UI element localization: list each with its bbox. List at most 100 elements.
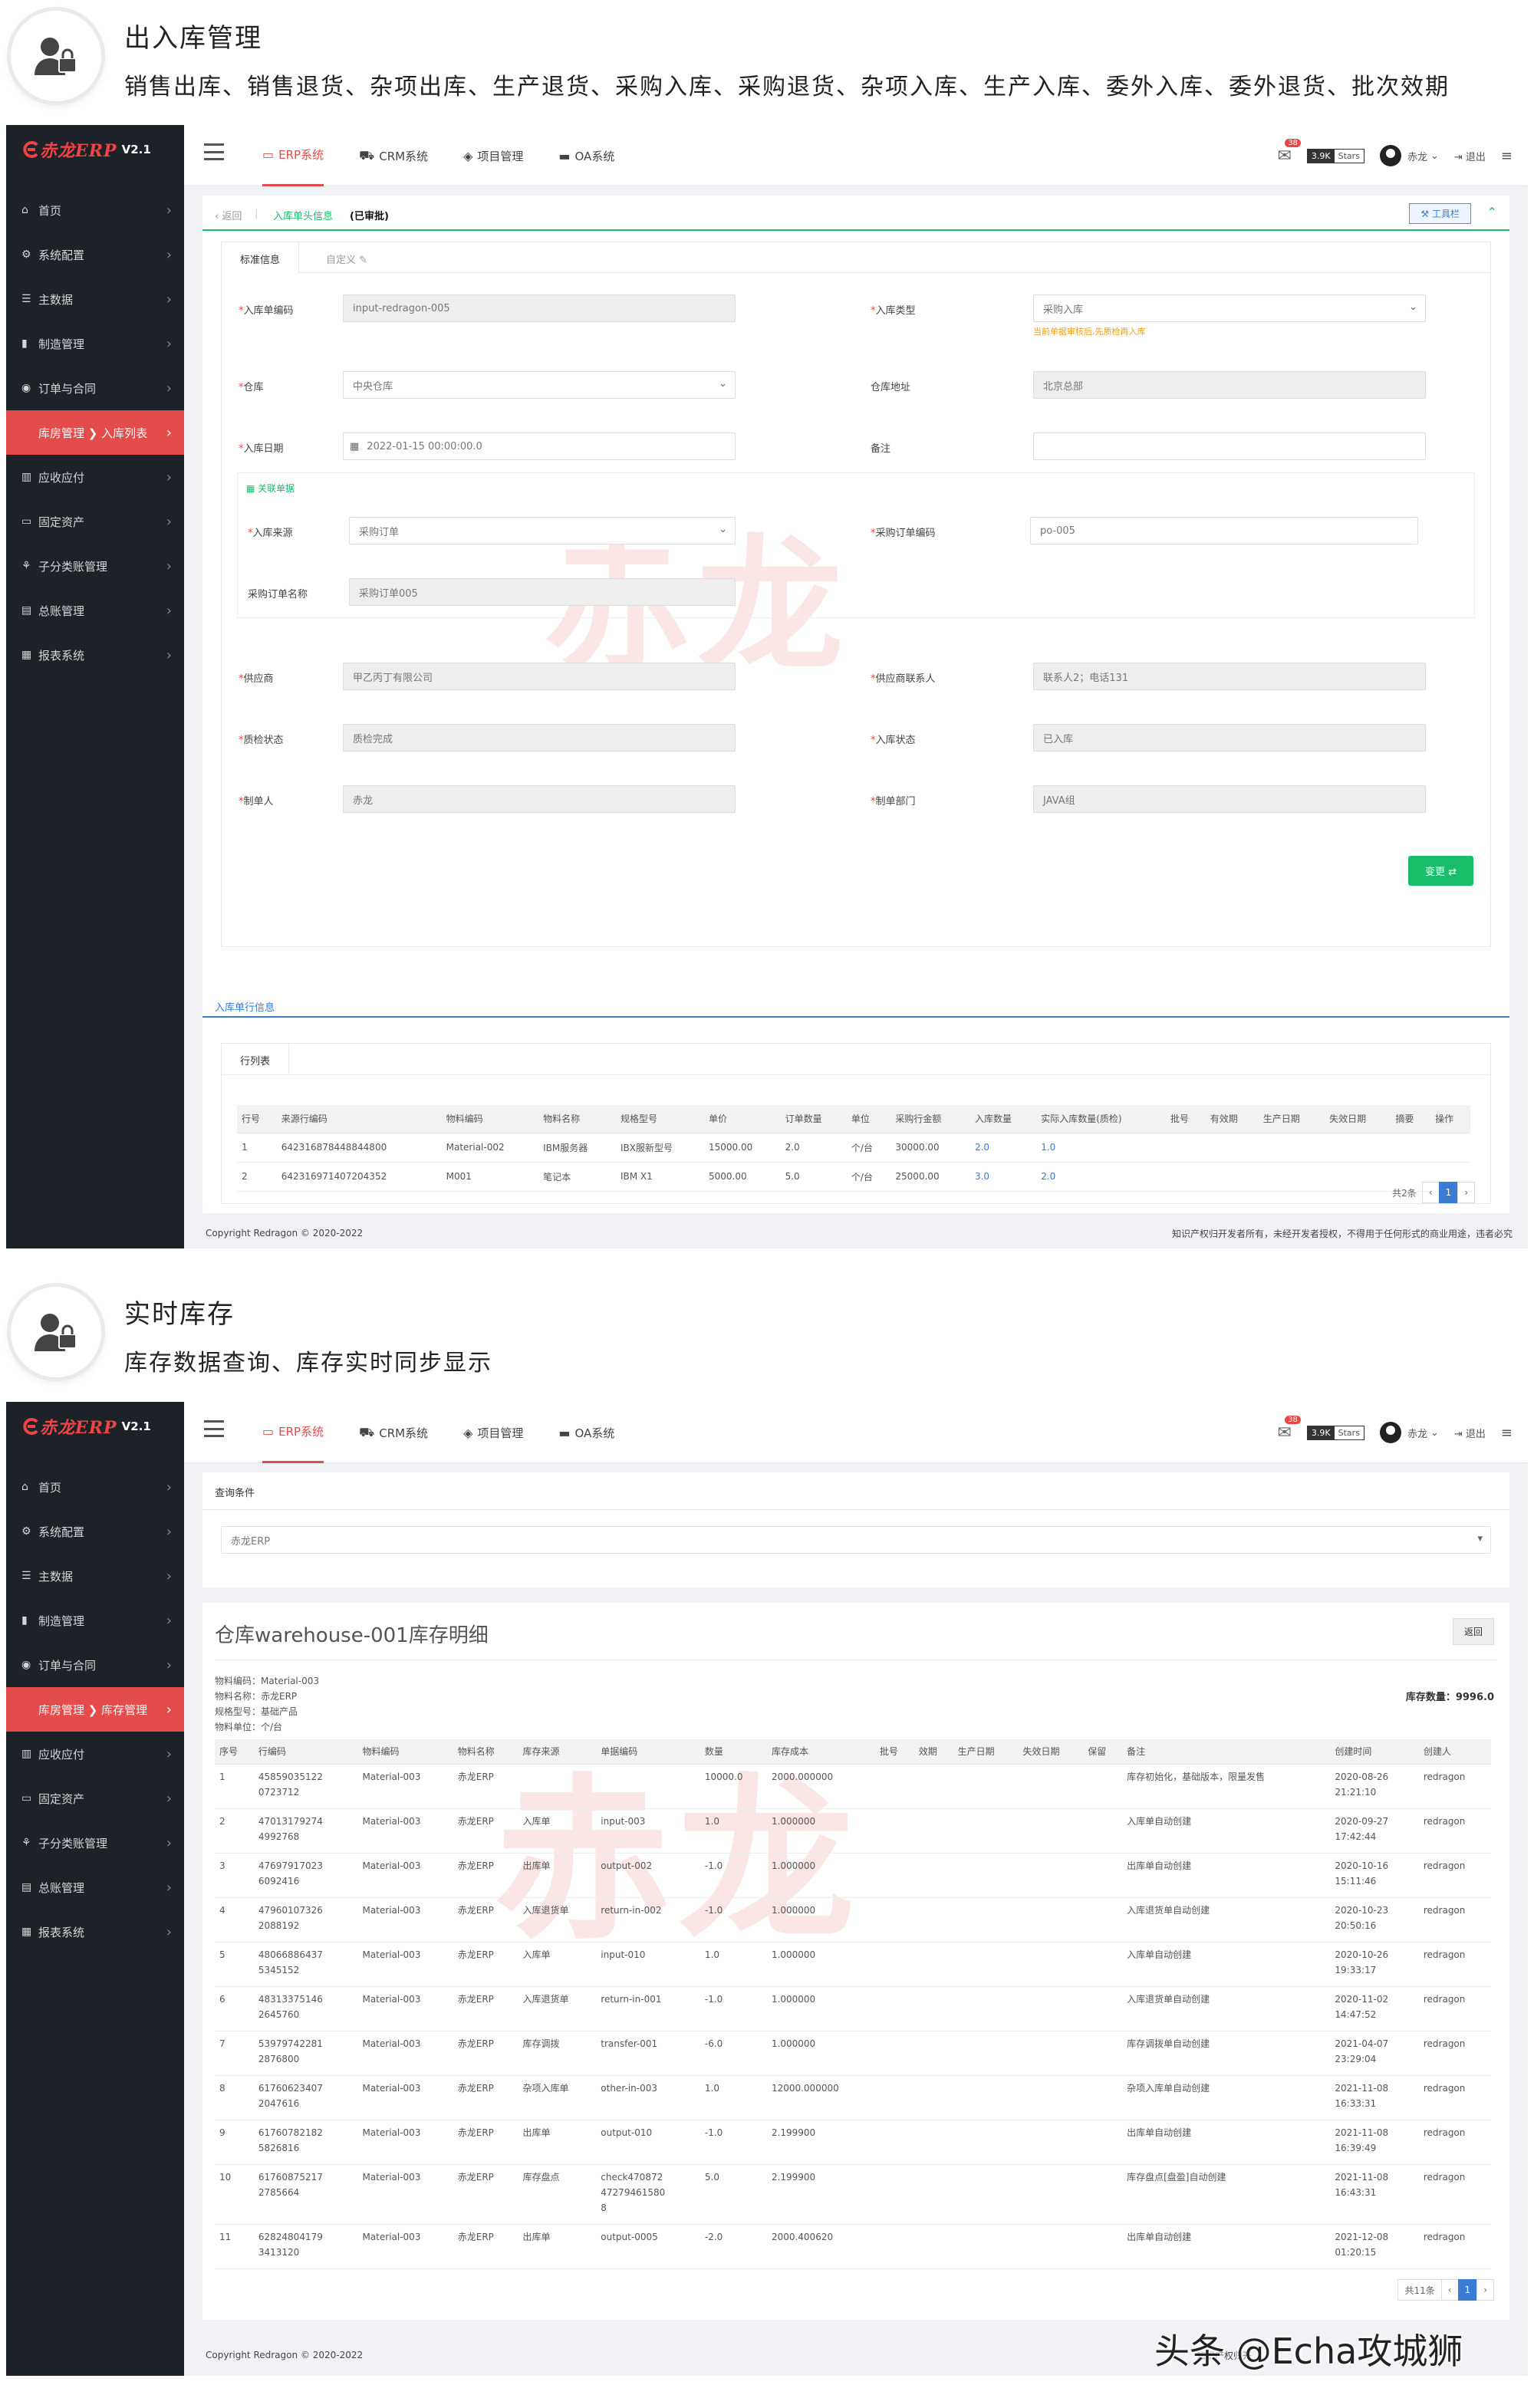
- top-tab-1[interactable]: ⛟ CRM系统: [359, 125, 428, 186]
- sidebar-item-10[interactable]: ▦ 报表系统 ›: [6, 1910, 184, 1954]
- sidebar-item-9[interactable]: ▤ 总账管理 ›: [6, 588, 184, 633]
- caret-down-icon: ▾: [1477, 1533, 1483, 1544]
- sidebar-item-6[interactable]: ▥ 应收应付 ›: [6, 455, 184, 499]
- top-tab-0[interactable]: ▭ ERP系统: [262, 1402, 324, 1463]
- sidebar-item-label: 库房管理 ❯ 入库列表: [38, 426, 148, 440]
- sidebar-item-10[interactable]: ▦ 报表系统 ›: [6, 633, 184, 677]
- sidebar-item-8[interactable]: ⚘ 子分类账管理 ›: [6, 1821, 184, 1865]
- user-menu[interactable]: 赤龙 ⌄: [1379, 1422, 1439, 1443]
- prev-page-button[interactable]: ‹: [1421, 1182, 1440, 1203]
- table-row[interactable]: 6 48313375146 2645760 Material-003 赤龙ERP 入库退…: [215, 1986, 1491, 2031]
- table-row[interactable]: 10 61760875217 2785664 Material-003 赤龙ERP 库存…: [215, 2164, 1491, 2225]
- github-stars-button[interactable]: 3.9K Stars: [1306, 148, 1364, 163]
- top-tab-1[interactable]: ⛟ CRM系统: [359, 1402, 428, 1463]
- table-row[interactable]: 9 61760782182 5826816 Material-003 赤龙ERP 出库单…: [215, 2120, 1491, 2165]
- top-tab-label: OA系统: [574, 149, 615, 163]
- sidebar-item-2[interactable]: ☰ 主数据 ›: [6, 1554, 184, 1598]
- table-row[interactable]: 1 642316878448844800 Material-002 IBM服务器 IBX…: [237, 1133, 1470, 1163]
- next-page-button[interactable]: ›: [1457, 1182, 1475, 1203]
- table-cell: 库存初始化，基础版本，限量发售: [1122, 1764, 1331, 1809]
- sidebar-item-8[interactable]: ⚘ 子分类账管理 ›: [6, 544, 184, 588]
- po-code-input[interactable]: po-005: [1030, 517, 1418, 544]
- logout-button[interactable]: ⇥ 退出: [1454, 1426, 1486, 1440]
- sidebar-item-7[interactable]: ▭ 固定资产 ›: [6, 499, 184, 544]
- sidebar-item-5[interactable]: 库房管理 ❯ 库存管理 ›: [6, 1687, 184, 1732]
- field-label-text: 质检状态: [243, 735, 284, 746]
- top-tab-2[interactable]: ◈ 项目管理: [463, 1402, 523, 1463]
- change-button[interactable]: 变更 ⇄: [1407, 856, 1473, 886]
- page-1-button[interactable]: 1: [1438, 1182, 1459, 1203]
- table-cell: 2: [237, 1162, 277, 1192]
- sidebar-item-3[interactable]: ▮ 制造管理 ›: [6, 1598, 184, 1643]
- warehouse-select[interactable]: 中央仓库 ⌄: [343, 371, 736, 399]
- tab-line-list[interactable]: 行列表: [222, 1044, 290, 1074]
- table-row[interactable]: 3 47697917023 6092416 Material-003 赤龙ERP 出库单…: [215, 1853, 1491, 1898]
- sidebar-item-label: 子分类账管理: [38, 559, 108, 574]
- wrench-icon: ⚒: [1420, 209, 1432, 219]
- remark-input[interactable]: [1033, 433, 1426, 460]
- stock-detail-card: 仓库warehouse-001库存明细 返回 物料编码：Material-003…: [202, 1603, 1509, 2320]
- github-stars-button[interactable]: 3.9K Stars: [1306, 1425, 1364, 1440]
- page-1-button[interactable]: 1: [1457, 2279, 1478, 2301]
- tab-custom-label: 自定义: [326, 255, 357, 266]
- inbound-type-select[interactable]: 采购入库 ⌄: [1033, 294, 1426, 322]
- table-row[interactable]: 11 62824804179 3413120 Material-003 赤龙ERP 出库…: [215, 2224, 1491, 2269]
- sidebar-item-label: 总账管理: [38, 604, 85, 618]
- mail-icon[interactable]: ✉ 38: [1277, 1415, 1301, 1442]
- sidebar-item-5[interactable]: 库房管理 ❯ 入库列表 ›: [6, 410, 184, 455]
- inbound-date-input[interactable]: ▦ 2022-01-15 00:00:00.0: [343, 433, 736, 460]
- field-label-text: 仓库地址: [871, 382, 911, 393]
- sidebar-item-2[interactable]: ☰ 主数据 ›: [6, 277, 184, 321]
- sidebar-item-1[interactable]: ⚙ 系统配置 ›: [6, 1509, 184, 1554]
- chevron-right-icon: ›: [166, 1879, 172, 1896]
- org-select[interactable]: 赤龙ERP ▾: [221, 1526, 1491, 1554]
- sidebar-item-3[interactable]: ▮ 制造管理 ›: [6, 321, 184, 366]
- table-row[interactable]: 2 47013179274 4992768 Material-003 赤龙ERP 入库单…: [215, 1808, 1491, 1854]
- more-menu-icon[interactable]: ≡: [1501, 148, 1513, 164]
- collapse-icon[interactable]: ⌃: [1487, 205, 1497, 219]
- sidebar-item-4[interactable]: ◉ 订单与合同 ›: [6, 1643, 184, 1687]
- table-row[interactable]: 2 642316971407204352 M001 笔记本 IBM X1 5000.00 5…: [237, 1162, 1470, 1192]
- table-cell: 库存盘点[盘盈]自动创建: [1122, 2164, 1331, 2225]
- top-tab-0[interactable]: ▭ ERP系统: [262, 125, 324, 186]
- table-row[interactable]: 4 47960107326 2088192 Material-003 赤龙ERP 入库退…: [215, 1897, 1491, 1943]
- toolbar-button[interactable]: ⚒ 工具栏: [1409, 203, 1471, 224]
- tab-custom[interactable]: 自定义 ✎: [326, 252, 367, 266]
- next-page-button[interactable]: ›: [1476, 2279, 1494, 2301]
- sidebar-item-0[interactable]: ⌂ 首页 ›: [6, 188, 184, 232]
- table-cell: 2.0: [780, 1133, 847, 1163]
- sidebar-item-1[interactable]: ⚙ 系统配置 ›: [6, 232, 184, 277]
- top-tab-2[interactable]: ◈ 项目管理: [463, 125, 523, 186]
- table-cell: [953, 2224, 1019, 2269]
- user-menu[interactable]: 赤龙 ⌄: [1379, 145, 1439, 166]
- table-cell: [1018, 1986, 1084, 2031]
- table-row[interactable]: 8 61760623407 2047616 Material-003 赤龙ERP 杂项入…: [215, 2075, 1491, 2120]
- table-cell: 15000.00: [703, 1133, 781, 1163]
- top-tab-3[interactable]: ▬ OA系统: [558, 1402, 614, 1463]
- table-row[interactable]: 5 48066886437 5345152 Material-003 赤龙ERP 入库单…: [215, 1942, 1491, 1987]
- menu-toggle-icon[interactable]: [204, 1420, 224, 1437]
- mail-icon[interactable]: ✉ 38: [1277, 138, 1301, 166]
- more-menu-icon[interactable]: ≡: [1501, 1425, 1513, 1441]
- sidebar-item-9[interactable]: ▤ 总账管理 ›: [6, 1865, 184, 1910]
- table-row[interactable]: 1 45859035122 0723712 Material-003 赤龙ERP 100…: [215, 1764, 1491, 1809]
- table-row[interactable]: 7 53979742281 2876800 Material-003 赤龙ERP 库存调…: [215, 2031, 1491, 2076]
- tab-standard-info[interactable]: 标准信息: [222, 242, 300, 273]
- chevron-right-icon: ›: [166, 246, 172, 263]
- sidebar-item-7[interactable]: ▭ 固定资产 ›: [6, 1776, 184, 1821]
- back-button[interactable]: 返回: [1452, 1618, 1494, 1645]
- back-link[interactable]: ‹ 返回: [215, 208, 242, 222]
- inbound-source-select[interactable]: 采购订单 ⌄: [349, 517, 736, 544]
- related-docs-label: 关联单据: [258, 483, 295, 494]
- sidebar-item-label: 库房管理 ❯ 库存管理: [38, 1702, 148, 1717]
- table-cell: 2.199900: [766, 2164, 875, 2225]
- top-tab-3[interactable]: ▬ OA系统: [558, 125, 614, 186]
- sidebar-item-6[interactable]: ▥ 应收应付 ›: [6, 1732, 184, 1776]
- maker-input: 赤龙: [343, 785, 736, 813]
- logout-button[interactable]: ⇥ 退出: [1454, 149, 1486, 163]
- prev-page-button[interactable]: ‹: [1440, 2279, 1459, 2301]
- sidebar-item-0[interactable]: ⌂ 首页 ›: [6, 1465, 184, 1509]
- menu-toggle-icon[interactable]: [204, 143, 224, 160]
- table-cell: [874, 2164, 914, 2225]
- sidebar-item-4[interactable]: ◉ 订单与合同 ›: [6, 366, 184, 410]
